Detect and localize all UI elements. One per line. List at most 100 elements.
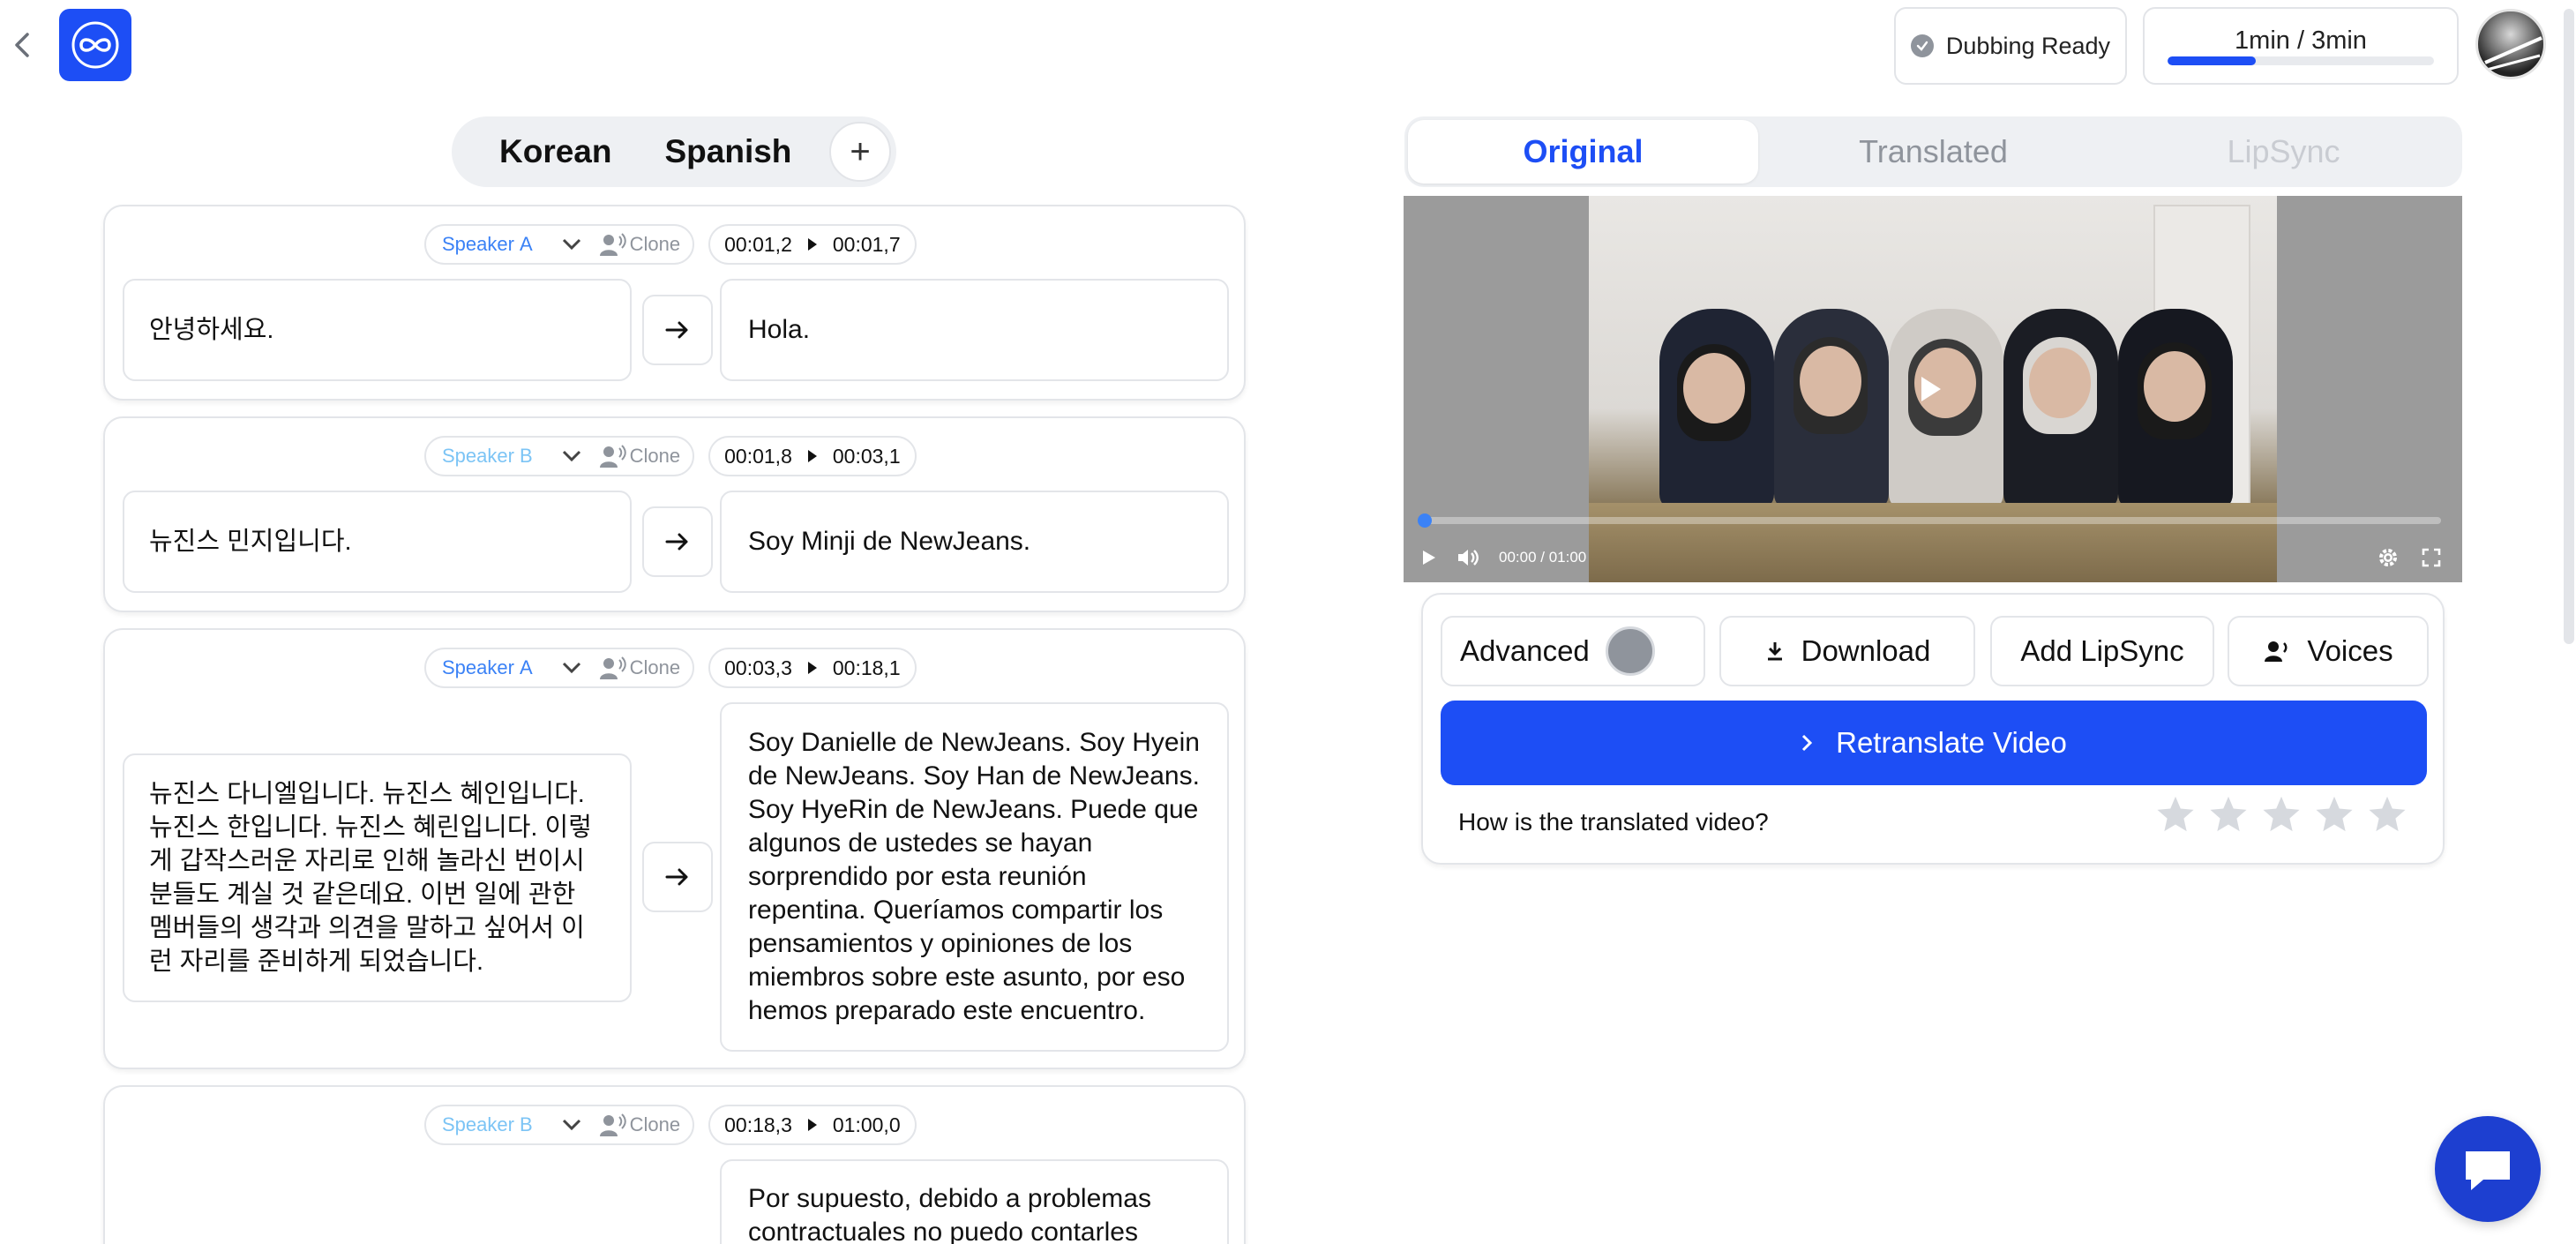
translate-segment-button[interactable]: [642, 842, 713, 912]
segment-card: Speaker B Clone 00:01,8 00:03,1 뉴진스 민지입니다…: [103, 416, 1246, 612]
speaker-label: Speaker B: [442, 445, 533, 467]
translated-text-box[interactable]: Soy Danielle de NewJeans. Soy Hyein de N…: [720, 702, 1229, 1052]
segment-card: Speaker B Clone 00:18,3 01:00,0 Por supue…: [103, 1085, 1246, 1244]
play-segment-icon[interactable]: [807, 450, 817, 462]
segment-end-time: 00:03,1: [832, 444, 901, 468]
tab-lipsync[interactable]: LipSync: [2108, 120, 2459, 184]
speaker-select[interactable]: Speaker B Clone: [424, 1105, 695, 1145]
segment-start-time: 00:18,3: [724, 1113, 792, 1136]
video-settings-button[interactable]: [2378, 547, 2399, 568]
speaker-label: Speaker B: [442, 1113, 533, 1135]
rating-question: How is the translated video?: [1458, 808, 1769, 836]
arrow-right-icon: [665, 321, 688, 339]
usage-label: 1min / 3min: [2235, 26, 2367, 55]
video-progress-knob[interactable]: [1418, 513, 1432, 528]
translate-segment-button[interactable]: [642, 295, 713, 365]
dubbing-status-badge: Dubbing Ready: [1894, 7, 2127, 85]
source-text-box[interactable]: 뉴진스 민지입니다.: [123, 491, 632, 593]
volume-icon: [1458, 550, 1479, 566]
voice-clone-icon: [599, 445, 626, 468]
voice-clone-icon: [599, 1113, 626, 1136]
segment-end-time: 00:01,7: [832, 232, 901, 256]
voice-clone-icon: [599, 656, 626, 679]
app-logo[interactable]: [59, 9, 131, 81]
download-button[interactable]: Download: [1719, 616, 1975, 686]
chevron-down-icon: [559, 1113, 584, 1137]
support-chat-button[interactable]: [2435, 1116, 2541, 1222]
source-text-box[interactable]: 뉴진스 다니엘입니다. 뉴진스 혜인입니다. 뉴진스 한입니다. 뉴진스 혜린입…: [123, 753, 632, 1002]
play-button[interactable]: [1421, 549, 1437, 566]
advanced-toggle[interactable]: Advanced: [1441, 616, 1705, 686]
advanced-label: Advanced: [1460, 634, 1590, 667]
video-player[interactable]: 00:00 / 01:00: [1404, 196, 2462, 582]
segment-end-time: 00:18,1: [832, 656, 901, 679]
check-circle-icon: [1910, 34, 1934, 57]
segment-time-range[interactable]: 00:01,2 00:01,7: [708, 224, 917, 265]
voices-button[interactable]: Voices: [2228, 616, 2429, 686]
play-segment-icon[interactable]: [807, 1119, 817, 1131]
download-icon: [1767, 642, 1782, 661]
clone-voice-toggle[interactable]: Clone: [599, 656, 680, 680]
usage-bar: [2168, 56, 2434, 65]
speaker-label: Speaker A: [442, 656, 533, 678]
play-segment-icon[interactable]: [807, 662, 817, 674]
usage-bar-fill: [2168, 56, 2256, 65]
clone-voice-toggle[interactable]: Clone: [599, 444, 680, 468]
segment-card: Speaker A Clone 00:01,2 00:01,7 안녕하세요. Ho…: [103, 205, 1246, 401]
fullscreen-icon: [2422, 548, 2441, 567]
segment-start-time: 00:03,3: [724, 656, 792, 679]
page-scrollbar[interactable]: [2564, 9, 2574, 644]
fullscreen-button[interactable]: [2422, 547, 2441, 568]
volume-button[interactable]: [1456, 548, 1479, 567]
segment-end-time: 01:00,0: [832, 1113, 901, 1136]
segment-time-range[interactable]: 00:03,3 00:18,1: [708, 648, 917, 688]
tab-original[interactable]: Original: [1408, 120, 1758, 184]
dubbing-status-label: Dubbing Ready: [1945, 32, 2111, 59]
star-icon[interactable]: [2314, 794, 2355, 835]
source-text-box[interactable]: 안녕하세요.: [123, 279, 632, 381]
star-icon[interactable]: [2367, 794, 2408, 835]
chevron-left-icon: [15, 33, 29, 57]
user-avatar[interactable]: [2475, 9, 2546, 79]
translate-segment-button[interactable]: [642, 506, 713, 577]
tab-translated[interactable]: Translated: [1758, 120, 2108, 184]
advanced-toggle-switch[interactable]: [1605, 626, 1655, 676]
star-icon[interactable]: [2155, 794, 2196, 835]
play-segment-icon[interactable]: [807, 238, 817, 251]
gear-icon: [2379, 549, 2397, 566]
back-button[interactable]: [9, 26, 35, 64]
video-actions-card: Advanced Download Add LipSync Voices Ret…: [1421, 593, 2445, 865]
speaker-select[interactable]: Speaker A Clone: [424, 224, 695, 265]
clone-voice-toggle[interactable]: Clone: [599, 1113, 680, 1137]
segment-card: Speaker A Clone 00:03,3 00:18,1 뉴진스 다니엘입니…: [103, 628, 1246, 1069]
language-tab-korean[interactable]: Korean: [473, 133, 638, 170]
view-mode-tabs: Original Translated LipSync: [1404, 116, 2462, 187]
video-time-display: 00:00 / 01:00: [1499, 549, 1587, 566]
clone-voice-toggle[interactable]: Clone: [599, 232, 680, 257]
star-icon[interactable]: [2208, 794, 2249, 835]
add-language-button[interactable]: +: [829, 122, 891, 182]
chevron-down-icon: [559, 444, 584, 468]
language-tab-spanish[interactable]: Spanish: [638, 133, 818, 170]
add-lipsync-button[interactable]: Add LipSync: [1990, 616, 2214, 686]
arrow-right-icon: [665, 868, 688, 886]
speaker-select[interactable]: Speaker B Clone: [424, 436, 695, 476]
retranslate-video-button[interactable]: Retranslate Video: [1441, 701, 2427, 785]
segment-time-range[interactable]: 00:18,3 01:00,0: [708, 1105, 917, 1145]
segment-start-time: 00:01,8: [724, 444, 792, 468]
language-tabs: Korean Spanish +: [452, 116, 896, 187]
speaker-select[interactable]: Speaker A Clone: [424, 648, 695, 688]
star-icon[interactable]: [2261, 794, 2302, 835]
play-overlay-icon[interactable]: [1921, 377, 1941, 401]
segment-time-range[interactable]: 00:01,8 00:03,1: [708, 436, 917, 476]
voice-clone-icon: [599, 233, 626, 256]
segment-start-time: 00:01,2: [724, 232, 792, 256]
translated-text-box[interactable]: Soy Minji de NewJeans.: [720, 491, 1229, 593]
play-icon: [1423, 551, 1435, 565]
translated-text-box[interactable]: Hola.: [720, 279, 1229, 381]
arrow-right-icon: [665, 533, 688, 551]
translated-text-box[interactable]: Por supuesto, debido a problemas contrac…: [720, 1159, 1229, 1244]
speaker-label: Speaker A: [442, 233, 533, 255]
infinity-logo-icon: [71, 21, 119, 69]
video-progress-bar[interactable]: [1418, 513, 2441, 528]
